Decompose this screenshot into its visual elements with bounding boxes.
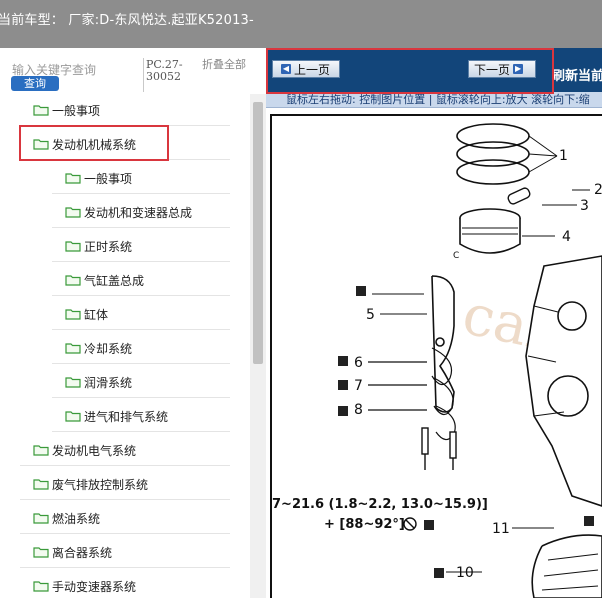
scrollbar-thumb[interactable] [253, 102, 263, 364]
tree-item[interactable]: 一般事项 [33, 99, 100, 121]
tree-item-label: 废气排放控制系统 [52, 477, 149, 492]
folder-icon [33, 104, 52, 116]
torque-spec-angle: + [88~92°] [324, 517, 405, 532]
callout-11: 11 [492, 521, 510, 537]
folder-icon [33, 444, 52, 456]
folder-icon [65, 410, 84, 422]
cylinder-block [525, 255, 602, 507]
callout-10: 10 [456, 565, 474, 581]
pc-code: PC.27-30052 [146, 58, 183, 83]
callout-2: 2 [594, 182, 602, 198]
tree-divider [20, 465, 230, 466]
tree-item[interactable]: 手动变速器系统 [33, 575, 136, 597]
tree-divider [20, 533, 230, 534]
tree-item[interactable]: 离合器系统 [33, 541, 112, 563]
folder-icon [33, 512, 52, 524]
piston-pin [507, 187, 590, 206]
diagram-viewer[interactable]: car3 1 3 2 C 4 5 6 7 8 11 10 7~21.6 (1.8… [270, 116, 602, 598]
upper-bearing [372, 275, 455, 413]
tree-scrollbar[interactable] [250, 94, 266, 598]
piston-mark: C [453, 251, 459, 261]
callout-4: 4 [562, 229, 571, 245]
tree-item-label: 发动机电气系统 [52, 443, 137, 458]
tree-item-label: 气缸盖总成 [84, 273, 145, 288]
no-reuse-icon [403, 517, 417, 531]
main-bolts [421, 427, 457, 470]
tree-item[interactable]: 气缸盖总成 [65, 269, 144, 291]
tree-divider [52, 261, 230, 262]
tree-divider [20, 567, 230, 568]
tree-divider [52, 295, 230, 296]
search-button[interactable]: 查询 [11, 76, 59, 91]
folder-icon [65, 172, 84, 184]
folder-icon [33, 478, 52, 490]
tree-item[interactable]: 发动机和变速器总成 [65, 201, 192, 223]
tree-item-label: 一般事项 [84, 171, 133, 186]
tree-item-label: 正时系统 [84, 239, 133, 254]
tree-item[interactable]: 缸体 [65, 303, 108, 325]
tree-divider [52, 193, 230, 194]
tree-item-label: 冷却系统 [84, 341, 133, 356]
tree-item-label: 燃油系统 [52, 511, 101, 526]
highlight-box-page-nav [266, 48, 554, 94]
usage-hint: 鼠标左右拖动: 控制图片位置 | 鼠标滚轮向上:放大 滚轮向下:缩 [266, 92, 602, 108]
tree-item[interactable]: 进气和排气系统 [65, 405, 168, 427]
folder-icon [65, 308, 84, 320]
folder-icon [65, 342, 84, 354]
tree-divider [52, 431, 230, 432]
callout-1: 1 [559, 148, 568, 164]
tree-item-label: 一般事项 [52, 103, 101, 118]
tree-item[interactable]: 一般事项 [65, 167, 132, 189]
category-tree: 一般事项 发动机机械系统 一般事项 发动机和变速器总成 正时系统 气缸盖总成 缸体 冷却系统润… [0, 94, 250, 598]
callout-3: 3 [580, 198, 589, 214]
tree-item[interactable]: 废气排放控制系统 [33, 473, 148, 495]
callout-5: 5 [366, 307, 375, 323]
title-bar: 当前车型： 厂家:D-东风悦达.起亚K52013- [0, 0, 602, 48]
callout-8: 8 [354, 402, 363, 418]
tree-item-label: 进气和排气系统 [84, 409, 169, 424]
tree-divider [52, 363, 230, 364]
folder-icon [65, 240, 84, 252]
folder-icon [65, 206, 84, 218]
current-vehicle-title: 当前车型： 厂家:D-东风悦达.起亚K52013- [0, 13, 254, 28]
tree-item[interactable]: 润滑系统 [65, 371, 132, 393]
right-panel: ◀ 上一页 下一页 ▶ 刷新当前 鼠标左右拖动: 控制图片位置 | 鼠标滚轮向上… [266, 48, 602, 598]
folder-icon [65, 274, 84, 286]
piston [459, 208, 555, 254]
folder-icon [33, 580, 52, 592]
engine-exploded-diagram: car3 1 3 2 C 4 5 6 7 8 11 10 7~21.6 (1.8… [272, 123, 602, 598]
app-window: 当前车型： 厂家:D-东风悦达.起亚K52013- 查询 PC.27-30052… [0, 0, 602, 598]
tree-divider [20, 499, 230, 500]
highlight-box-engine-mechanical [19, 125, 169, 161]
tree-divider [52, 227, 230, 228]
search-separator [143, 58, 144, 92]
callout-6: 6 [354, 355, 363, 371]
tree-item-label: 缸体 [84, 307, 109, 322]
tree-item[interactable]: 正时系统 [65, 235, 132, 257]
callout-7: 7 [354, 378, 363, 394]
collapse-all-button[interactable]: 折叠全部 [202, 59, 248, 71]
torque-spec: 7~21.6 (1.8~2.2, 13.0~15.9)] [272, 497, 488, 512]
tree-item[interactable]: 燃油系统 [33, 507, 100, 529]
crankshaft [446, 527, 602, 598]
tree-item[interactable]: 冷却系统 [65, 337, 132, 359]
tree-item-label: 发动机和变速器总成 [84, 205, 193, 220]
refresh-current-button[interactable]: 刷新当前 [552, 65, 602, 84]
folder-icon [65, 376, 84, 388]
tree-item-label: 润滑系统 [84, 375, 133, 390]
tree-item-label: 离合器系统 [52, 545, 113, 560]
piston-rings [456, 123, 558, 185]
tree-item[interactable]: 发动机电气系统 [33, 439, 136, 461]
folder-icon [33, 546, 52, 558]
tree-divider [52, 329, 230, 330]
tree-divider [52, 397, 230, 398]
search-bar: 查询 PC.27-30052 折叠全部 [0, 48, 266, 94]
tree-item-label: 手动变速器系统 [52, 579, 137, 594]
